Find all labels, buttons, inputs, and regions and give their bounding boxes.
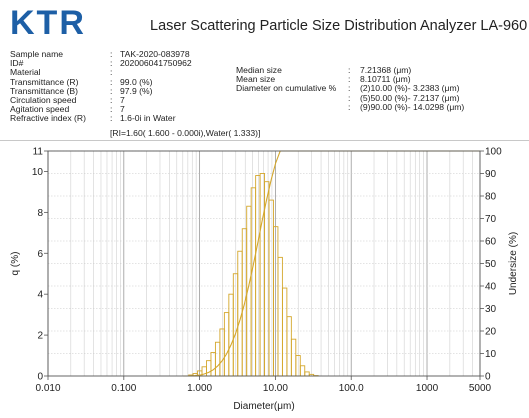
- y2-tick-label: 80: [485, 192, 497, 203]
- refractive-index-detail: [RI=1.60( 1.600 - 0.000i),Water( 1.333)]: [110, 128, 261, 138]
- y-tick-label: 6: [37, 249, 43, 260]
- y-tick-label: 8: [37, 208, 43, 219]
- x-tick-label: 5000: [469, 383, 492, 394]
- x-tick-label: 100.0: [339, 383, 364, 394]
- y2-tick-label: 50: [485, 259, 497, 270]
- y2-tick-label: 90: [485, 169, 497, 180]
- x-tick-label: 1000: [416, 383, 439, 394]
- y-tick-label: 11: [33, 147, 44, 158]
- y2-tick-label: 70: [485, 214, 497, 225]
- y-tick-label: 4: [37, 290, 43, 301]
- y2-tick-label: 30: [485, 304, 497, 315]
- y2-tick-label: 20: [485, 327, 497, 338]
- cumulative-label: Diameter on cumulative %: [236, 83, 337, 94]
- sample-info-label: Refractive index (R): [10, 113, 86, 124]
- separator: :: [348, 101, 351, 112]
- ktr-logo: KTR: [10, 4, 86, 42]
- x-tick-label: 0.100: [111, 383, 136, 394]
- y-axis-label: q (%): [10, 252, 21, 276]
- y2-axis-label: Undersize (%): [508, 232, 519, 295]
- separator: :: [110, 113, 113, 124]
- x-tick-label: 0.010: [35, 383, 60, 394]
- y2-tick-label: 100: [485, 147, 502, 158]
- x-tick-label: 1.000: [187, 383, 212, 394]
- y2-tick-label: 10: [485, 349, 497, 360]
- y2-tick-label: 40: [485, 282, 497, 293]
- page-title: Laser Scattering Particle Size Distribut…: [150, 18, 528, 34]
- y-tick-label: 10: [32, 167, 44, 178]
- x-axis-label: Diameter(μm): [233, 401, 294, 412]
- y-tick-label: 0: [37, 372, 43, 383]
- cumulative-value-3: (9)90.00 (%)- 14.0298 (μm): [360, 101, 465, 112]
- y2-tick-label: 60: [485, 237, 497, 248]
- sample-info-value: 202006041750962: [120, 58, 192, 69]
- x-tick-label: 10.00: [263, 383, 288, 394]
- y-tick-label: 2: [37, 331, 43, 342]
- sample-info-value: 1.6-0i in Water: [120, 113, 176, 124]
- particle-size-chart: 0 2 4 6 8 10 11 0 10 20 30 40 50 60 70 80 90 100 0.010 0.10…: [10, 147, 519, 413]
- y2-tick-label: 0: [485, 372, 491, 383]
